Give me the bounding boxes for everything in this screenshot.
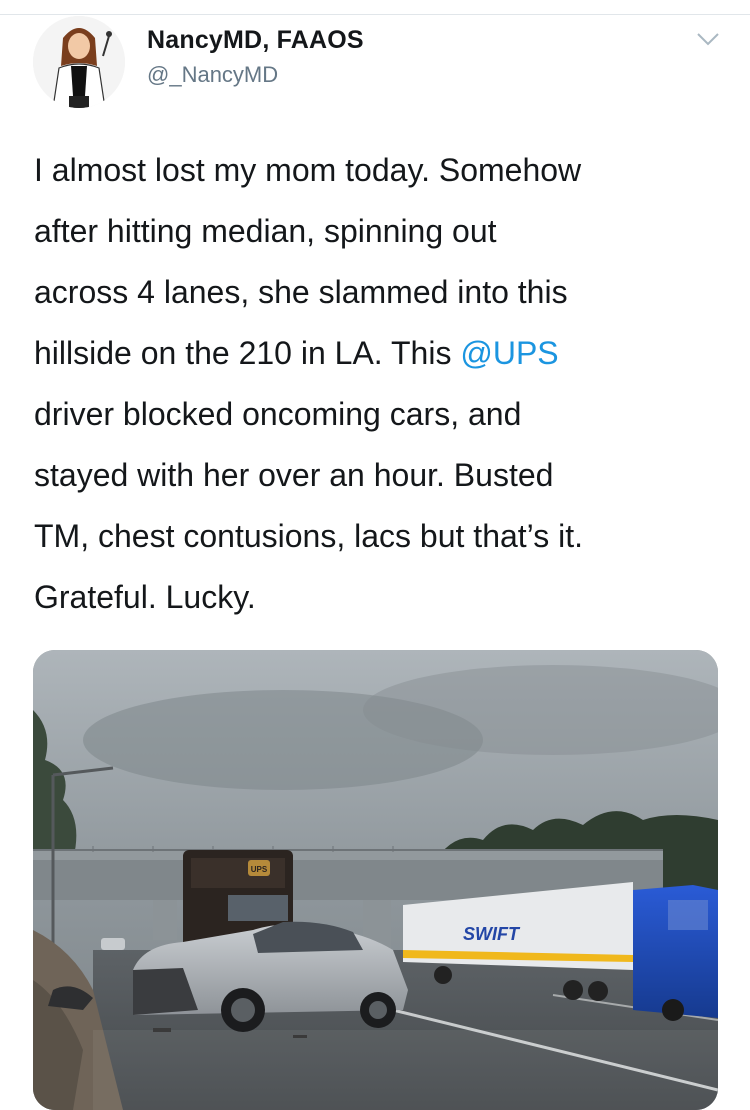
display-name[interactable]: NancyMD, FAAOS <box>147 26 364 55</box>
mention-link[interactable]: @UPS <box>460 335 558 371</box>
avatar-illustration <box>33 16 125 108</box>
chevron-down-icon[interactable] <box>695 28 721 50</box>
avatar[interactable] <box>33 16 125 108</box>
tweet-text: I almost lost my mom today. Somehow afte… <box>34 140 734 628</box>
tweet-photo[interactable]: UPS SWIFT <box>33 650 718 1110</box>
top-divider <box>0 0 750 15</box>
swift-logo: SWIFT <box>463 924 521 944</box>
user-handle[interactable]: @_NancyMD <box>147 62 278 88</box>
tweet-text-part-2: driver blocked oncoming cars, and stayed… <box>34 396 583 615</box>
ups-logo: UPS <box>251 865 268 874</box>
